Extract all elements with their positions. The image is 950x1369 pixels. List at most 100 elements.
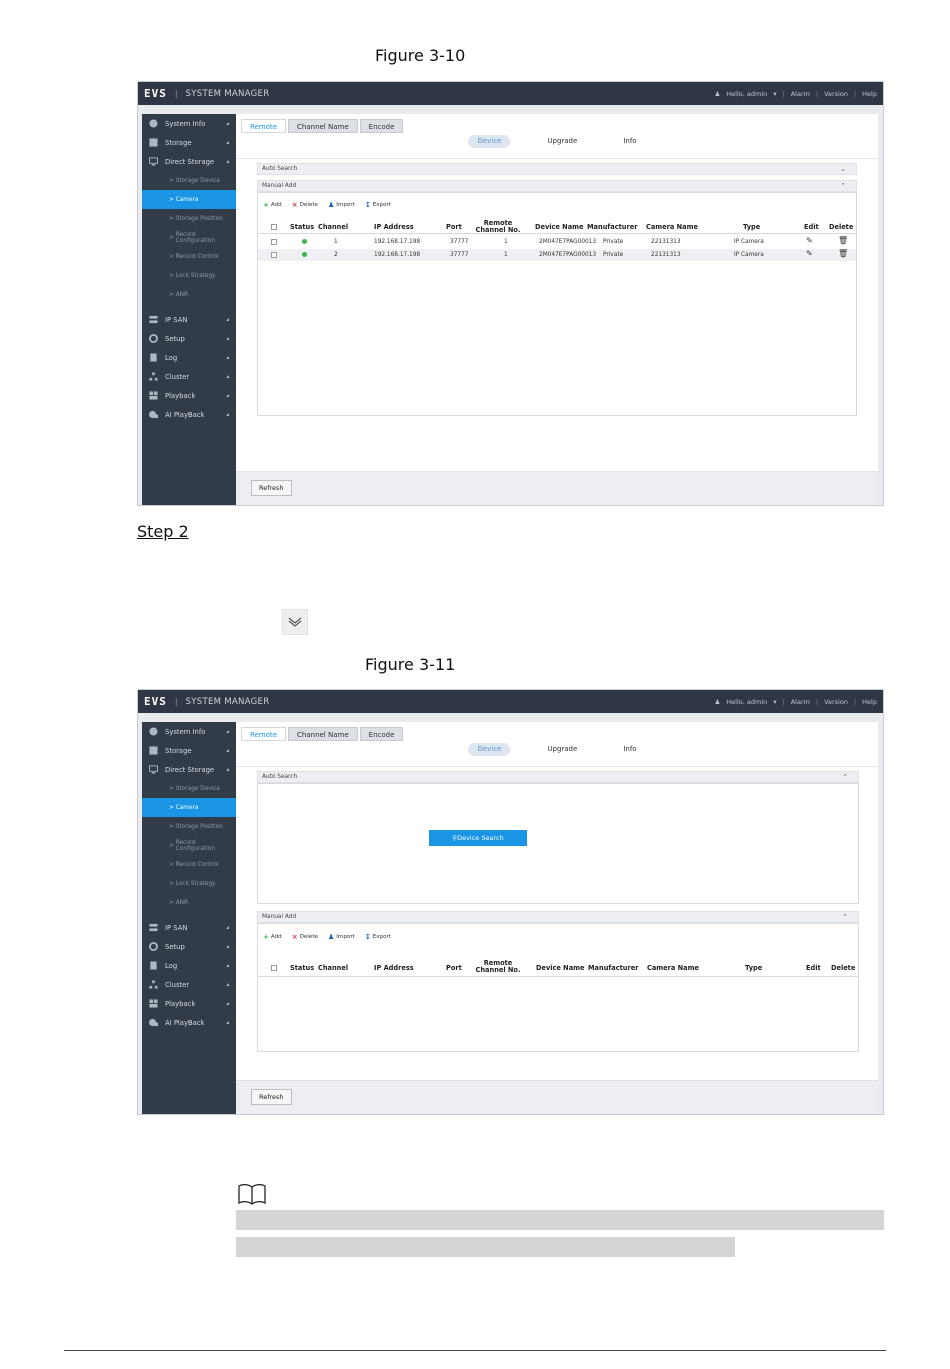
- alarm-link[interactable]: Alarm: [791, 90, 810, 98]
- sidebar-subitem-camera[interactable]: > Camera: [142, 190, 236, 209]
- table-row[interactable]: 2 192.168.17.198 37777 1 2M047E7PAG00013…: [258, 249, 856, 261]
- tab-channel-name[interactable]: Channel Name: [288, 119, 358, 133]
- subtab-device[interactable]: Device: [468, 743, 511, 756]
- sidebar-item-system-info[interactable]: System Info: [142, 722, 236, 741]
- delete-button[interactable]: × Delete: [292, 201, 318, 209]
- title-separator: |: [174, 89, 178, 98]
- sidebar-item-setup[interactable]: Setup: [142, 329, 236, 348]
- refresh-button[interactable]: Refresh: [251, 1089, 292, 1105]
- delete-button[interactable]: × Delete: [292, 933, 318, 941]
- sidebar-item-cluster[interactable]: Cluster: [142, 367, 236, 386]
- sidebar-subitem-record-configuration[interactable]: > Record Configuration: [142, 228, 236, 247]
- sidebar-subitem-lock-strategy[interactable]: > Lock Strategy: [142, 874, 236, 893]
- user-menu[interactable]: Hello, admin: [726, 698, 767, 706]
- export-button[interactable]: ↧ Export: [365, 201, 391, 209]
- sidebar-item-system-info[interactable]: System Info: [142, 114, 236, 133]
- trash-icon[interactable]: 🗑: [838, 249, 848, 258]
- divider: |: [782, 697, 785, 706]
- auto-search-header[interactable]: Auto Search ⌃: [257, 771, 859, 783]
- tab-remote[interactable]: Remote: [241, 727, 287, 741]
- help-link[interactable]: Help: [862, 698, 877, 706]
- column-edit: Edit: [804, 223, 819, 231]
- sidebar-subitem-record-control[interactable]: > Record Control: [142, 855, 236, 874]
- sidebar-item-direct-storage[interactable]: Direct Storage: [142, 760, 236, 779]
- sidebar-subitem-record-configuration[interactable]: > Record Configuration: [142, 836, 236, 855]
- sidebar-item-direct-storage[interactable]: Direct Storage: [142, 152, 236, 171]
- subtab-info[interactable]: Info: [614, 743, 645, 756]
- server-icon: [149, 923, 158, 932]
- manual-add-header[interactable]: Manual Add ⌃: [257, 911, 859, 923]
- trash-icon[interactable]: 🗑: [838, 236, 848, 245]
- user-menu[interactable]: Hello, admin: [726, 90, 767, 98]
- tab-encode[interactable]: Encode: [359, 119, 404, 133]
- export-icon: ↧: [364, 201, 371, 209]
- sidebar-item-setup[interactable]: Setup: [142, 937, 236, 956]
- sidebar-item-ip-san[interactable]: IP SAN: [142, 918, 236, 937]
- subtab-upgrade[interactable]: Upgrade: [538, 135, 586, 148]
- auto-search-label: Auto Search: [262, 166, 298, 172]
- manual-add-header[interactable]: Manual Add ⌃: [257, 180, 857, 192]
- collapse-icon[interactable]: ⌃: [840, 181, 846, 192]
- export-button[interactable]: ↧ Export: [365, 933, 391, 941]
- sidebar-subitem-anr[interactable]: > ANR: [142, 893, 236, 912]
- sidebar-subitem-storage-position[interactable]: > Storage Position: [142, 209, 236, 228]
- chevron-down-icon[interactable]: ▾: [773, 90, 776, 98]
- sidebar-item-cluster[interactable]: Cluster: [142, 975, 236, 994]
- import-button[interactable]: ♟ Import: [328, 201, 355, 209]
- topbar-links: ♟ Hello, admin ▾ | Alarm | Version | Hel…: [714, 90, 877, 98]
- auto-search-label: Auto Search: [262, 774, 298, 780]
- auto-search-header[interactable]: Auto Search ⌄: [257, 163, 857, 175]
- sidebar-item-playback[interactable]: Playback: [142, 386, 236, 405]
- select-all-checkbox[interactable]: [271, 224, 277, 230]
- import-button[interactable]: ♟ Import: [328, 933, 355, 941]
- sidebar-item-playback[interactable]: Playback: [142, 994, 236, 1013]
- sidebar-subitem-record-control[interactable]: > Record Control: [142, 247, 236, 266]
- sidebar-subitem-storage-position[interactable]: > Storage Position: [142, 817, 236, 836]
- refresh-button[interactable]: Refresh: [251, 480, 292, 496]
- subtab-info[interactable]: Info: [614, 135, 645, 148]
- collapse-icon[interactable]: ⌃: [842, 912, 848, 923]
- sidebar-subitem-storage-device[interactable]: > Storage Device: [142, 171, 236, 190]
- tab-channel-name[interactable]: Channel Name: [288, 727, 358, 741]
- sidebar-item-ai-playback[interactable]: AI PlayBack: [142, 405, 236, 424]
- version-link[interactable]: Version: [824, 698, 848, 706]
- sidebar-subitem-storage-device[interactable]: > Storage Device: [142, 779, 236, 798]
- column-camera-name: Camera Name: [646, 223, 698, 231]
- sidebar-item-ip-san[interactable]: IP SAN: [142, 310, 236, 329]
- edit-pencil-icon[interactable]: ✎: [806, 236, 813, 245]
- column-camera-name: Camera Name: [647, 964, 699, 972]
- add-button[interactable]: + Add: [263, 201, 282, 209]
- sidebar-item-log[interactable]: Log: [142, 956, 236, 975]
- sidebar-subitem-anr[interactable]: > ANR: [142, 285, 236, 304]
- tab-encode[interactable]: Encode: [359, 727, 404, 741]
- sidebar-item-ai-playback[interactable]: AI PlayBack: [142, 1013, 236, 1032]
- sidebar-item-log[interactable]: Log: [142, 348, 236, 367]
- table-header: Status Channel IP Address Port Remote Ch…: [258, 220, 856, 234]
- column-device-name: Device Name: [536, 964, 585, 972]
- cell-remote-channel: 1: [504, 239, 508, 245]
- chevron-down-icon[interactable]: ▾: [773, 698, 776, 706]
- add-button[interactable]: + Add: [263, 933, 282, 941]
- table-row[interactable]: 1 192.168.17.198 37777 1 2M047E7PAG00013…: [258, 236, 856, 248]
- help-link[interactable]: Help: [862, 90, 877, 98]
- tab-remote[interactable]: Remote: [241, 119, 287, 133]
- sidebar-subitem-lock-strategy[interactable]: > Lock Strategy: [142, 266, 236, 285]
- row-checkbox[interactable]: [271, 239, 277, 245]
- sidebar-subitem-camera[interactable]: > Camera: [142, 798, 236, 817]
- select-all-checkbox[interactable]: [271, 965, 277, 971]
- ai-playback-icon: [149, 1018, 158, 1027]
- disk-icon: [149, 138, 158, 147]
- edit-pencil-icon[interactable]: ✎: [806, 249, 813, 258]
- subtab-device[interactable]: Device: [468, 135, 511, 148]
- footer-bar: Refresh: [236, 1080, 878, 1114]
- sidebar-item-storage[interactable]: Storage: [142, 133, 236, 152]
- subtab-upgrade[interactable]: Upgrade: [538, 743, 586, 756]
- row-checkbox[interactable]: [271, 252, 277, 258]
- alarm-link[interactable]: Alarm: [791, 698, 810, 706]
- sidebar-item-label: Log: [165, 961, 178, 970]
- expand-icon[interactable]: ⌄: [840, 164, 846, 175]
- device-search-button[interactable]: ⚲Device Search: [429, 830, 527, 846]
- collapse-icon[interactable]: ⌃: [842, 772, 848, 783]
- version-link[interactable]: Version: [824, 90, 848, 98]
- sidebar-item-storage[interactable]: Storage: [142, 741, 236, 760]
